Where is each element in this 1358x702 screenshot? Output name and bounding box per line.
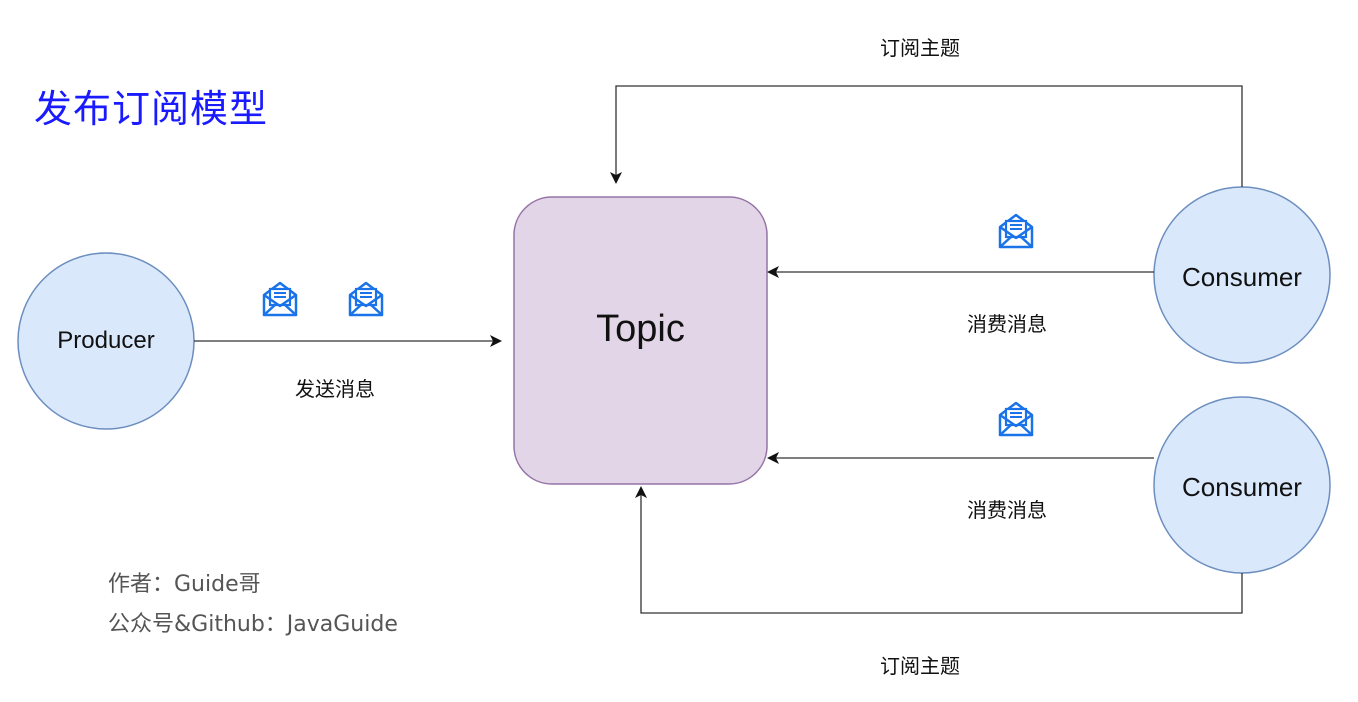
subscribe-top-label: 订阅主题 <box>880 36 960 60</box>
envelope-icon <box>262 281 298 317</box>
account-line: 公众号&Github：JavaGuide <box>108 612 398 637</box>
producer-label: Producer <box>57 327 155 354</box>
author-line: 作者：Guide哥 <box>108 572 261 597</box>
consume-bottom-label: 消费消息 <box>967 498 1047 522</box>
envelope-icon <box>348 281 384 317</box>
consumer-bottom-label: Consumer <box>1182 472 1302 502</box>
envelope-icon <box>998 401 1034 437</box>
diagram-title: 发布订阅模型 <box>34 87 269 131</box>
subscribe-bottom-label: 订阅主题 <box>880 654 960 678</box>
consumer-top-label: Consumer <box>1182 262 1302 292</box>
send-label: 发送消息 <box>295 377 375 401</box>
topic-label: Topic <box>596 308 685 350</box>
consume-top-label: 消费消息 <box>967 312 1047 336</box>
subscribe-bottom-arrow <box>635 486 1243 614</box>
subscribe-top-arrow <box>610 85 1243 187</box>
envelope-icon <box>998 213 1034 249</box>
